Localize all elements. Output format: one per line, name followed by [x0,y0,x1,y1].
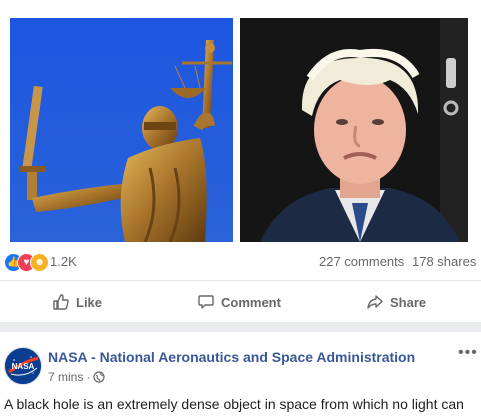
reaction-count[interactable]: 1.2K [50,254,77,269]
haha-reaction-icon: ☻ [30,253,49,272]
post-timestamp[interactable]: 7 mins [48,370,83,384]
nasa-avatar[interactable]: NASA [4,347,42,385]
comment-icon [198,295,214,309]
more-options-icon[interactable]: ••• [458,344,478,362]
shares-count[interactable]: 178 shares [412,254,476,269]
like-button[interactable]: Like [52,290,102,314]
post-images [0,0,481,242]
comments-count[interactable]: 227 comments [319,254,404,269]
shared-post: 👍 ♥ ☻ 1.2K 227 comments 178 shares Like … [0,0,481,320]
globe-icon [93,371,105,383]
meta-separator: · [86,370,91,384]
next-post: NASA NASA - National Aeronautics and Spa… [0,332,481,417]
post-meta: 7 mins · [48,370,105,384]
feed-divider [0,322,481,332]
post-author-link[interactable]: NASA - National Aeronautics and Space Ad… [48,349,415,365]
share-arrow-icon [367,295,383,309]
share-label: Share [390,294,427,310]
thumbs-up-icon [53,294,69,310]
share-button[interactable]: Share [366,290,426,314]
svg-text:NASA: NASA [12,362,35,371]
politician-portrait-image[interactable] [240,18,468,242]
post-actions: Like Comment Share [0,282,481,322]
like-label: Like [76,294,103,310]
reactions-summary: 👍 ♥ ☻ 1.2K 227 comments 178 shares [0,242,481,281]
justice-statue-image[interactable] [10,18,233,242]
post-body-text: A black hole is an extremely dense objec… [4,396,464,412]
comment-button[interactable]: Comment [197,290,281,314]
comment-label: Comment [221,294,281,310]
